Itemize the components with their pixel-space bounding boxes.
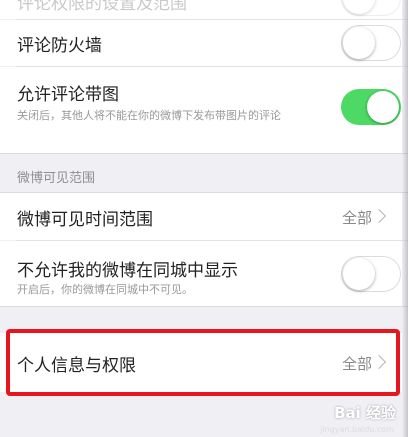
hide-in-local-label: 不允许我的微博在同城中显示 <box>17 261 238 281</box>
allow-image-comments-description: 关闭后，其他人将不能在你的微博下发布带图片的评论 <box>17 109 281 122</box>
partial-top-toggle[interactable] <box>341 0 401 16</box>
hide-in-local-description: 开启后，你的微博在同城中不可见。 <box>17 283 193 296</box>
section-divider <box>0 306 408 307</box>
toggle-knob <box>343 258 375 290</box>
edge-shadow <box>402 0 408 437</box>
allow-image-comments-row: 允许评论带图 关闭后，其他人将不能在你的微博下发布带图片的评论 <box>0 67 402 153</box>
highlight-box <box>6 329 400 396</box>
weibo-time-range-value: 全部 <box>341 209 372 227</box>
section-divider <box>0 153 408 154</box>
baidu-watermark-url: jingyan.baidu.com <box>320 425 394 434</box>
comment-firewall-label: 评论防火墙 <box>17 36 102 56</box>
comment-firewall-toggle[interactable] <box>341 25 401 61</box>
partial-top-row-title: 评论权限的设置及范围 <box>17 0 187 14</box>
weibo-time-range-row[interactable]: 微博可见时间范围 全部 <box>0 193 402 240</box>
weibo-time-range-label: 微博可见时间范围 <box>17 210 153 230</box>
allow-image-comments-label: 允许评论带图 <box>17 85 119 105</box>
baidu-watermark: Bai 经验 <box>334 404 396 422</box>
allow-image-comments-toggle[interactable] <box>341 89 401 125</box>
partial-top-row[interactable]: 评论权限的设置及范围 <box>0 0 402 19</box>
hide-in-local-toggle[interactable] <box>341 256 401 292</box>
chevron-right-icon <box>371 208 387 224</box>
toggle-knob <box>367 91 399 123</box>
toggle-knob <box>343 27 375 59</box>
section-header-weibo-visibility: 微博可见范围 <box>17 171 96 186</box>
comment-firewall-row: 评论防火墙 <box>0 20 402 66</box>
hide-in-local-row: 不允许我的微博在同城中显示 开启后，你的微博在同城中不可见。 <box>0 241 402 306</box>
